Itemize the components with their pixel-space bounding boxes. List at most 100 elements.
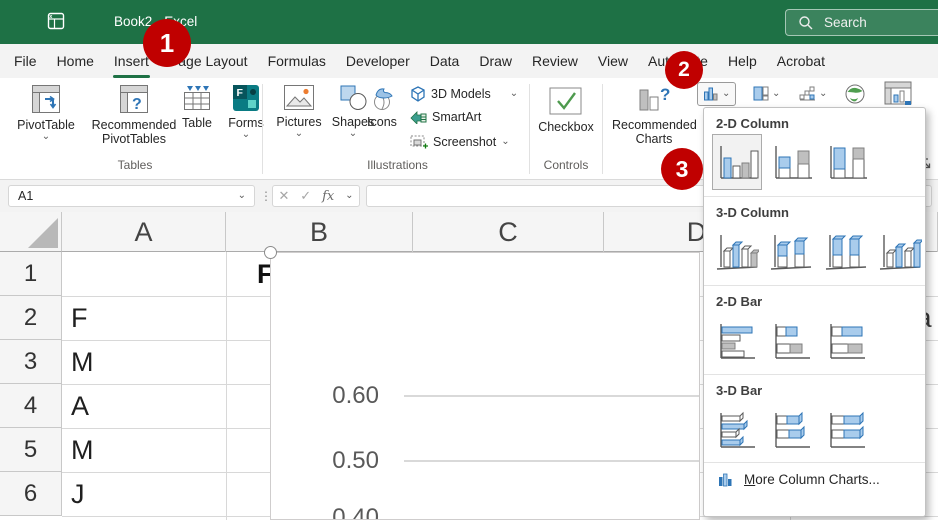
- group-divider: [262, 84, 263, 174]
- tab-data[interactable]: Data: [420, 44, 470, 78]
- smartart-button[interactable]: SmartArt: [410, 110, 481, 124]
- insert-function-button[interactable]: fx: [322, 189, 334, 204]
- icons-icon: [374, 88, 393, 110]
- callout-step-3: 3: [661, 148, 703, 190]
- gridline: [226, 252, 227, 520]
- icons-button[interactable]: Icons: [360, 84, 404, 129]
- tab-file[interactable]: File: [4, 44, 47, 78]
- row-header-1[interactable]: 1: [0, 252, 62, 296]
- waterfall-chart-icon: [799, 86, 815, 101]
- 3d-models-button[interactable]: 3D Models ⌄: [410, 86, 518, 102]
- tab-help[interactable]: Help: [718, 44, 767, 78]
- chart-type-3d-bar-stacked-icon[interactable]: [767, 401, 817, 457]
- checkbox-icon: [549, 87, 582, 115]
- row-header-2[interactable]: 2: [0, 296, 62, 340]
- screenshot-button[interactable]: Screenshot ⌄: [410, 134, 510, 149]
- more-column-charts-label: More Column Charts...: [744, 472, 880, 487]
- cell-A4[interactable]: A: [71, 384, 89, 428]
- table-button[interactable]: Table: [172, 84, 222, 130]
- chart-type-3d-column-stacked-icon[interactable]: [767, 223, 817, 279]
- checkbox-button[interactable]: Checkbox: [537, 86, 595, 134]
- menu-section-2-d-column: 2-D Column: [704, 116, 925, 190]
- globe-icon: [845, 84, 865, 104]
- chart-axis-label: 0.50: [332, 447, 379, 474]
- smartart-icon: [410, 111, 427, 124]
- tab-draw[interactable]: Draw: [469, 44, 522, 78]
- chart-type-3d-column-clustered-icon[interactable]: [712, 223, 762, 279]
- insert-map-chart-button[interactable]: [844, 83, 866, 105]
- chart-selection-handle[interactable]: [264, 246, 277, 259]
- cell-A6[interactable]: J: [71, 472, 85, 516]
- chevron-down-icon: ⌄: [772, 87, 781, 99]
- insert-hierarchy-chart-button[interactable]: ⌄: [753, 86, 780, 101]
- pictures-button[interactable]: Pictures ⌄: [272, 84, 326, 139]
- chart-type-3d-bar-100-icon[interactable]: [822, 401, 872, 457]
- callout-step-1: 1: [143, 19, 191, 67]
- menu-section-label: 3-D Bar: [716, 383, 763, 398]
- row-header-4[interactable]: 4: [0, 384, 62, 428]
- chart-type-2d-bar-clustered-icon[interactable]: [712, 312, 762, 368]
- chart-type-3d-column-3d-icon[interactable]: [876, 223, 926, 279]
- chart-type-3d-bar-clustered-icon[interactable]: [712, 401, 762, 457]
- enter-formula-button[interactable]: ✓: [300, 188, 311, 204]
- chart-type-2d-bar-stacked-icon[interactable]: [767, 312, 817, 368]
- column-chart-dropdown-menu: 2-D Column 3-D Column 2-D Bar 3-D Bar More …: [703, 107, 926, 517]
- chart-type-2d-bar-100-icon[interactable]: [822, 312, 872, 368]
- excel-app-icon: x: [46, 11, 66, 36]
- cancel-formula-button[interactable]: ✕: [278, 188, 289, 204]
- formula-bar-separator: ⋮: [260, 189, 272, 203]
- column-header-C[interactable]: C: [413, 212, 604, 252]
- chart-axis-label: 0.60: [332, 382, 379, 409]
- tab-acrobat[interactable]: Acrobat: [767, 44, 835, 78]
- select-all-button[interactable]: [0, 212, 62, 252]
- chart-type-2d-column-clustered-icon[interactable]: [712, 134, 762, 190]
- column-header-B[interactable]: B: [226, 212, 413, 252]
- row-header-5[interactable]: 5: [0, 428, 62, 472]
- insert-column-chart-button[interactable]: ⌄: [697, 82, 737, 106]
- cell-A5[interactable]: M: [71, 428, 94, 472]
- chart-type-3d-column-100-icon[interactable]: [821, 223, 871, 279]
- recommended-charts-button[interactable]: ? Recommended Charts: [612, 84, 697, 146]
- recommended-pivottables-button[interactable]: ? Recommended PivotTables: [86, 84, 182, 146]
- illustrations-group-label: Illustrations: [367, 158, 428, 172]
- controls-group-label: Controls: [543, 158, 589, 172]
- svg-text:?: ?: [660, 85, 670, 104]
- cell-A3[interactable]: M: [71, 340, 94, 384]
- menu-section-label: 2-D Bar: [716, 294, 763, 309]
- name-box[interactable]: A1 ⌄: [8, 185, 255, 207]
- 3d-cube-icon: [411, 86, 425, 102]
- svg-text:F: F: [237, 87, 244, 99]
- tables-group-label: Tables: [117, 158, 153, 172]
- pivotchart-button[interactable]: [884, 81, 912, 107]
- tab-home[interactable]: Home: [47, 44, 104, 78]
- chart-type-2d-column-stacked-icon[interactable]: [767, 134, 817, 190]
- row-header-3[interactable]: 3: [0, 340, 62, 384]
- recommended-pivottables-icon: ?: [120, 85, 148, 113]
- search-box[interactable]: Search: [785, 9, 938, 36]
- group-divider: [602, 84, 603, 174]
- chart-type-2d-column-100-icon[interactable]: [822, 134, 872, 190]
- svg-text:?: ?: [132, 96, 142, 113]
- menu-separator: [704, 196, 925, 197]
- tab-review[interactable]: Review: [522, 44, 588, 78]
- column-header-A[interactable]: A: [62, 212, 226, 252]
- menu-section-3-d-column: 3-D Column: [704, 205, 925, 279]
- pivotchart-icon: [884, 81, 912, 105]
- embedded-chart[interactable]: 0.60 0.50 0.40: [264, 246, 700, 520]
- select-all-triangle-icon: [28, 218, 58, 248]
- menu-section-2-d-bar: 2-D Bar: [704, 294, 925, 368]
- pivottable-button[interactable]: PivotTable ⌄: [8, 84, 84, 142]
- cell-A2[interactable]: F: [71, 296, 88, 340]
- insert-waterfall-chart-button[interactable]: ⌄: [799, 86, 827, 101]
- recommended-charts-icon: ?: [639, 85, 670, 111]
- column-chart-icon: [704, 87, 718, 101]
- tab-formulas[interactable]: Formulas: [258, 44, 336, 78]
- chevron-down-icon: ⌄: [819, 87, 828, 99]
- title-bar: x Book2 - Excel Search: [0, 0, 938, 44]
- chevron-down-icon: ⌄: [722, 88, 731, 99]
- row-header-6[interactable]: 6: [0, 472, 62, 516]
- tab-view[interactable]: View: [588, 44, 638, 78]
- tab-developer[interactable]: Developer: [336, 44, 420, 78]
- menu-separator: [704, 374, 925, 375]
- more-column-charts-item[interactable]: More Column Charts...: [704, 462, 925, 496]
